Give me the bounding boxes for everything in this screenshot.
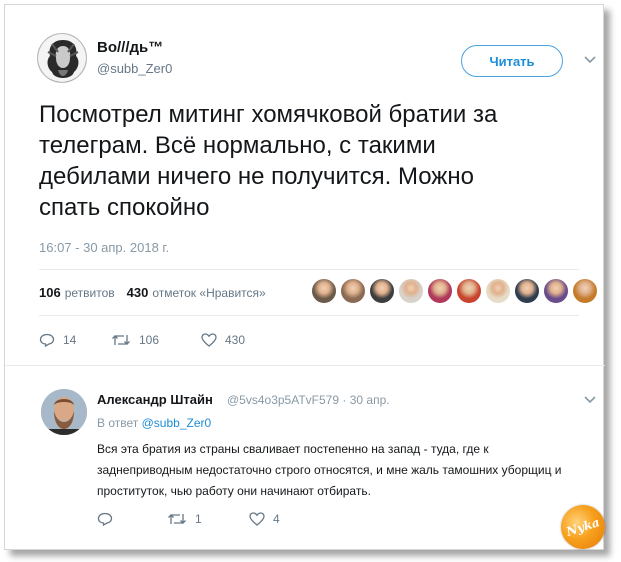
reply-count: 14 xyxy=(63,333,77,347)
chevron-down-icon[interactable] xyxy=(583,395,597,405)
heart-icon xyxy=(201,333,217,347)
reply-to-handle-link[interactable]: @subb_Zer0 xyxy=(142,416,212,430)
reply-like-count: 4 xyxy=(273,512,280,526)
reply-date[interactable]: 30 апр. xyxy=(350,393,390,407)
chevron-down-icon[interactable] xyxy=(583,55,597,65)
reply-avatar-image xyxy=(41,389,87,435)
liker-avatar[interactable] xyxy=(398,278,424,304)
liker-avatar[interactable] xyxy=(514,278,540,304)
author-avatar-image xyxy=(38,34,86,82)
retweet-icon xyxy=(168,514,186,524)
reply-actions: 1 4 xyxy=(97,512,280,526)
liker-avatar[interactable] xyxy=(369,278,395,304)
liker-avatar[interactable] xyxy=(456,278,482,304)
follow-button[interactable]: Читать xyxy=(461,45,563,77)
divider xyxy=(39,269,579,270)
reply-retweet-count: 1 xyxy=(195,512,202,526)
reply-icon xyxy=(39,333,55,347)
liker-avatar[interactable] xyxy=(311,278,337,304)
reply-reply-action[interactable] xyxy=(97,512,167,526)
reply-meta: @5vs4o3p5ATvF579 · 30 апр. xyxy=(227,393,390,407)
tweet-text: Посмотрел митинг хомячковой братии за те… xyxy=(39,101,498,221)
tweet-timestamp[interactable]: 16:07 - 30 апр. 2018 г. xyxy=(39,240,169,255)
likes-label: отметок «Нравится» xyxy=(152,286,266,300)
retweet-count: 106 xyxy=(139,333,160,347)
reply-action[interactable]: 14 xyxy=(39,333,111,347)
tweet-screenshot-frame: Во///дь™ @subb_Zer0 Читать Посмотрел мит… xyxy=(4,4,611,555)
liker-avatar[interactable] xyxy=(485,278,511,304)
likes-stat[interactable]: 430 отметок «Нравится» xyxy=(127,285,266,300)
heart-icon xyxy=(249,512,265,526)
author-name[interactable]: Во///дь™ xyxy=(97,39,163,56)
reply-icon xyxy=(97,512,113,526)
reply-text: Вся эта братия из страны сваливает посте… xyxy=(97,442,562,498)
retweets-count: 106 xyxy=(39,285,61,300)
reply-retweet-action[interactable]: 1 xyxy=(167,512,249,526)
liker-avatar[interactable] xyxy=(427,278,453,304)
retweets-label: ретвитов xyxy=(64,286,115,300)
section-divider xyxy=(5,365,605,366)
liker-avatars xyxy=(311,278,601,304)
site-watermark-logo: Nyka xyxy=(555,499,611,555)
liker-avatar[interactable] xyxy=(543,278,569,304)
reply-to-line: В ответ @subb_Zer0 xyxy=(97,416,211,430)
liker-avatar[interactable] xyxy=(340,278,366,304)
retweet-icon xyxy=(112,335,130,345)
likes-count: 430 xyxy=(126,285,149,300)
liker-avatar[interactable] xyxy=(572,278,598,304)
meta-separator: · xyxy=(342,393,347,407)
retweets-stat[interactable]: 106 ретвитов xyxy=(39,285,115,300)
divider xyxy=(39,315,579,316)
reply-author-name[interactable]: Александр Штайн xyxy=(97,392,213,407)
reply-like-action[interactable]: 4 xyxy=(249,512,280,526)
retweet-action[interactable]: 106 xyxy=(111,333,201,347)
tweet-stats: 106 ретвитов 430 отметок «Нравится» xyxy=(39,285,266,300)
reply-to-prefix: В ответ xyxy=(97,416,139,430)
reply-author-avatar[interactable] xyxy=(41,389,87,435)
reply-author-handle[interactable]: @5vs4o3p5ATvF579 xyxy=(227,393,339,407)
author-avatar[interactable] xyxy=(37,33,87,83)
like-action[interactable]: 430 xyxy=(201,333,245,347)
author-handle[interactable]: @subb_Zer0 xyxy=(97,61,172,76)
tweet-actions: 14 106 430 xyxy=(39,333,245,347)
like-count: 430 xyxy=(225,333,246,347)
